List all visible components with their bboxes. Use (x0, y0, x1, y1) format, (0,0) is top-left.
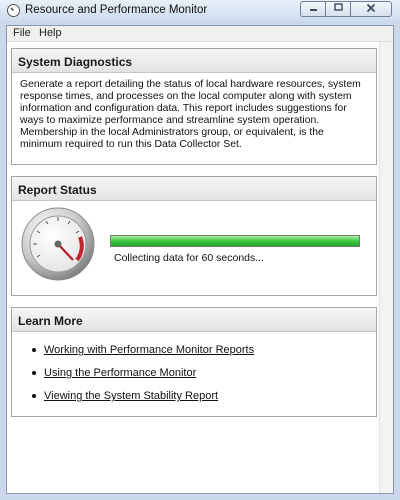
bullet (32, 394, 36, 398)
bullet (32, 371, 36, 375)
learn-more-panel: Learn More Working with Performance Moni… (11, 307, 377, 417)
report-status-panel: Report Status Collecting data for 60 sec… (11, 176, 377, 296)
menu-help[interactable]: Help (39, 27, 62, 39)
minimize-button[interactable] (300, 1, 325, 17)
bullet (32, 348, 36, 352)
report-status-text: Collecting data for 60 seconds... (114, 252, 265, 264)
progress-fill (111, 236, 359, 246)
close-button[interactable] (350, 1, 392, 17)
link-system-stability-report[interactable]: Viewing the System Stability Report (44, 390, 218, 402)
learn-more-title: Learn More (12, 308, 376, 332)
menu-file[interactable]: File (13, 27, 31, 39)
maximize-icon (333, 3, 343, 15)
list-item: Working with Performance Monitor Reports (32, 344, 376, 367)
menu-bar: File Help (7, 26, 393, 42)
gauge-icon (20, 205, 98, 290)
vertical-scrollbar[interactable] (379, 42, 393, 493)
report-status-title: Report Status (12, 177, 376, 201)
title-bar[interactable]: Resource and Performance Monitor (0, 0, 400, 21)
list-item: Viewing the System Stability Report (32, 390, 376, 413)
maximize-button[interactable] (325, 1, 350, 17)
link-working-with-reports[interactable]: Working with Performance Monitor Reports (44, 344, 254, 356)
system-diagnostics-panel: System Diagnostics Generate a report det… (11, 48, 377, 165)
close-icon (366, 3, 376, 16)
report-content: System Diagnostics Generate a report det… (7, 42, 393, 493)
report-progress-bar (110, 235, 360, 247)
link-using-performance-monitor[interactable]: Using the Performance Monitor (44, 367, 196, 379)
system-diagnostics-title: System Diagnostics (12, 49, 376, 73)
monitor-app-icon[interactable] (7, 4, 20, 17)
client-area: File Help System Diagnostics Generate a … (6, 25, 394, 494)
app-window: Resource and Performance Monitor File He… (0, 0, 400, 500)
window-title: Resource and Performance Monitor (25, 4, 208, 16)
list-item: Using the Performance Monitor (32, 367, 376, 390)
minimize-icon (309, 3, 318, 15)
system-diagnostics-description: Generate a report detailing the status o… (20, 79, 361, 150)
